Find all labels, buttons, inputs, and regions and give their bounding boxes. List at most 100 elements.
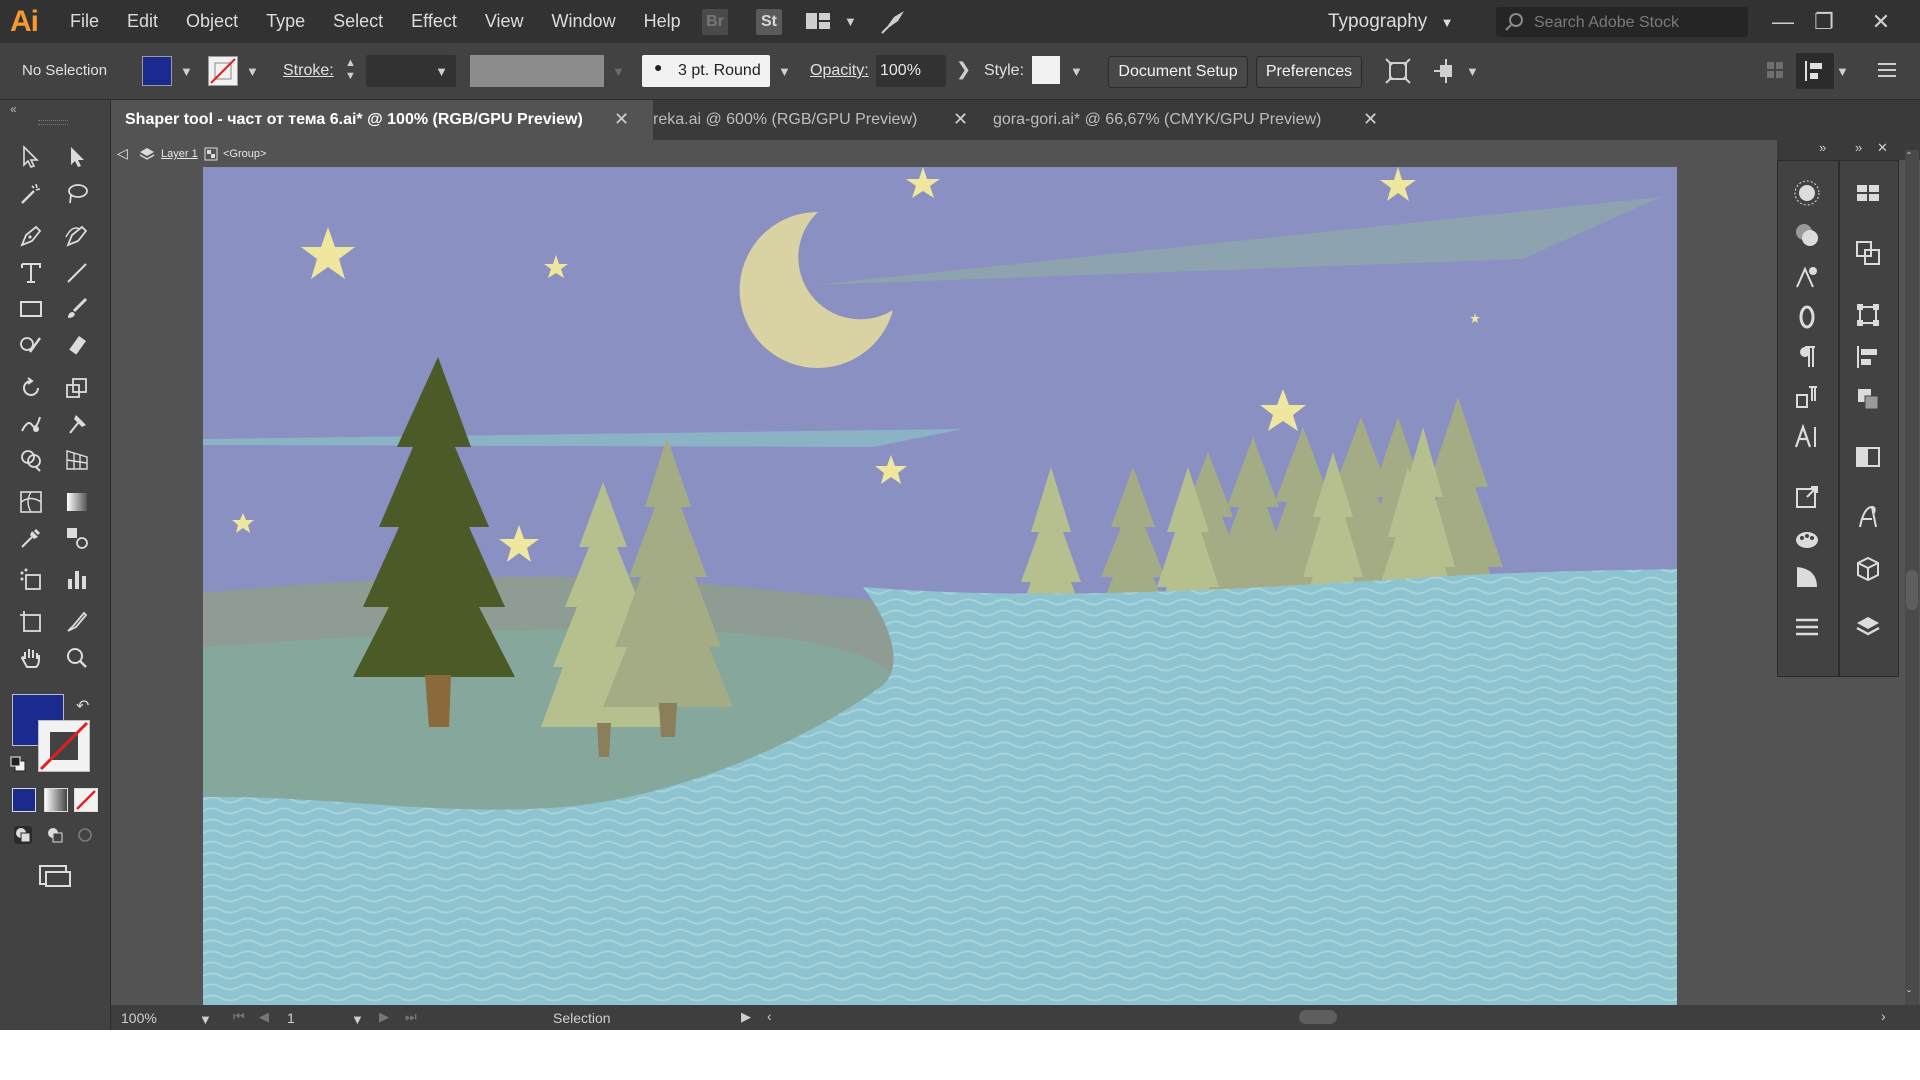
opacity-label[interactable]: Opacity: xyxy=(810,43,869,99)
variable-width-profile[interactable] xyxy=(470,55,604,87)
menu-window[interactable]: Window xyxy=(538,0,630,43)
preferences-button[interactable]: Preferences xyxy=(1256,56,1362,88)
tab-gora-gori-doc[interactable]: gora-gori.ai* @ 66,67% (CMYK/GPU Preview… xyxy=(979,100,1513,140)
menu-edit[interactable]: Edit xyxy=(113,0,172,43)
scale-tool-icon[interactable] xyxy=(60,372,94,404)
hand-tool-icon[interactable] xyxy=(14,642,48,674)
tab-close-icon[interactable]: ✕ xyxy=(953,100,968,138)
menu-select[interactable]: Select xyxy=(319,0,397,43)
blend-tool-icon[interactable] xyxy=(60,522,94,554)
draw-behind-icon[interactable] xyxy=(44,824,66,846)
artboard[interactable] xyxy=(203,167,1677,1005)
workspace-switcher[interactable]: Typography ▼ xyxy=(1328,0,1453,43)
tab-shaper-tool-doc[interactable]: Shaper tool - част от тема 6.ai* @ 100% … xyxy=(111,100,653,140)
character-panel-icon[interactable] xyxy=(1790,420,1824,454)
libraries-panel-icon[interactable] xyxy=(1851,552,1885,586)
scrollbar-thumb[interactable] xyxy=(1906,570,1918,610)
opentype-panel-icon[interactable] xyxy=(1790,300,1824,334)
zoom-tool-icon[interactable] xyxy=(60,642,94,674)
selection-tool-icon[interactable] xyxy=(14,141,48,173)
tab-reka-doc[interactable]: reka.ai @ 600% (RGB/GPU Preview) xyxy=(639,100,983,140)
scroll-down-icon[interactable]: ˇ xyxy=(1907,988,1911,1002)
transparency-panel-icon[interactable] xyxy=(1851,440,1885,474)
transform-panel-icon[interactable] xyxy=(1851,298,1885,332)
eraser-tool-icon[interactable] xyxy=(60,329,94,361)
menu-object[interactable]: Object xyxy=(172,0,252,43)
next-artboard-icon[interactable]: ▶ xyxy=(379,1009,389,1025)
stroke-color-swatch[interactable] xyxy=(38,720,90,772)
panel-menu-icon[interactable] xyxy=(1790,610,1824,644)
graphic-style-swatch[interactable] xyxy=(1032,56,1060,84)
pen-tool-icon[interactable] xyxy=(14,220,48,252)
align-chevron-icon[interactable]: ▼ xyxy=(1836,64,1849,79)
rectangle-tool-icon[interactable] xyxy=(14,293,48,325)
shaper-tool-icon[interactable] xyxy=(14,329,48,361)
previous-artboard-icon[interactable]: ◀ xyxy=(259,1009,269,1025)
stroke-swatch[interactable] xyxy=(208,56,238,86)
fill-swatch[interactable] xyxy=(142,56,172,86)
gradient-tool-icon[interactable] xyxy=(60,486,94,518)
line-segment-tool-icon[interactable] xyxy=(60,257,94,289)
pathfinder-panel-icon[interactable] xyxy=(1851,236,1885,270)
menu-effect[interactable]: Effect xyxy=(397,0,471,43)
default-fill-stroke-icon[interactable] xyxy=(10,756,26,772)
arrange-panel-icon[interactable] xyxy=(1766,61,1784,79)
column-graph-tool-icon[interactable] xyxy=(60,564,94,596)
magic-wand-tool-icon[interactable] xyxy=(14,178,48,210)
brush-chevron-icon[interactable]: ▼ xyxy=(778,64,791,79)
puppet-warp-tool-icon[interactable] xyxy=(60,408,94,440)
stroke-weight-stepper[interactable]: ▲ ▼ xyxy=(345,57,359,85)
paragraph-panel-icon[interactable] xyxy=(1790,340,1824,374)
expand-panels-icon[interactable]: » xyxy=(1855,140,1862,155)
arrange-documents-icon[interactable] xyxy=(806,12,836,32)
mesh-tool-icon[interactable] xyxy=(14,486,48,518)
stroke-chevron-icon[interactable]: ▼ xyxy=(246,64,259,79)
appearance-panel-icon[interactable] xyxy=(1790,176,1824,210)
zoom-level[interactable]: 100% xyxy=(121,1010,157,1026)
rotate-tool-icon[interactable] xyxy=(14,372,48,404)
swap-fill-stroke-icon[interactable]: ↶ xyxy=(76,696,89,716)
menu-type[interactable]: Type xyxy=(252,0,319,43)
profile-chevron-icon[interactable]: ▼ xyxy=(612,64,625,79)
warp-tool-icon[interactable] xyxy=(14,408,48,440)
breadcrumb-layer[interactable]: Layer 1 xyxy=(161,148,198,160)
paintbrush-tool-icon[interactable] xyxy=(60,293,94,325)
menu-help[interactable]: Help xyxy=(630,0,695,43)
opacity-field[interactable]: 100% xyxy=(876,55,946,87)
glyphs-panel-icon[interactable] xyxy=(1790,260,1824,294)
document-setup-button[interactable]: Document Setup xyxy=(1108,56,1248,88)
none-mode-icon[interactable] xyxy=(74,788,98,812)
panel-menu-icon[interactable] xyxy=(1876,59,1898,81)
stroke-label[interactable]: Stroke: xyxy=(283,43,334,99)
layers-panel-icon[interactable] xyxy=(1851,610,1885,644)
collapse-panel-icon[interactable]: « xyxy=(10,102,17,116)
color-guide-icon[interactable] xyxy=(1790,218,1824,252)
tab-close-icon[interactable]: ✕ xyxy=(1363,100,1378,138)
horizontal-scrollbar-thumb[interactable] xyxy=(1299,1010,1337,1024)
back-arrow-icon[interactable]: ◁ xyxy=(117,145,128,162)
first-artboard-icon[interactable]: ⏮ xyxy=(233,1009,245,1025)
align-panel-icon[interactable] xyxy=(1851,340,1885,374)
swatches-panel-icon[interactable] xyxy=(1851,176,1885,210)
minimize-icon[interactable]: — xyxy=(1766,0,1800,43)
gradient-mode-icon[interactable] xyxy=(44,788,68,812)
stock-button[interactable]: St xyxy=(756,9,782,35)
bridge-button[interactable]: Br xyxy=(702,9,728,35)
lasso-tool-icon[interactable] xyxy=(60,178,94,210)
arrange-panel-icon[interactable] xyxy=(1851,382,1885,416)
scroll-right-icon[interactable]: › xyxy=(1881,1008,1886,1024)
scroll-up-icon[interactable]: ˆ xyxy=(1907,150,1911,164)
draw-inside-icon[interactable] xyxy=(74,824,96,846)
style-chevron-icon[interactable]: ▼ xyxy=(1070,64,1083,79)
paragraph-styles-icon[interactable] xyxy=(1790,380,1824,414)
artboard-chevron-icon[interactable]: ▼ xyxy=(351,1012,364,1027)
zoom-chevron-icon[interactable]: ▼ xyxy=(199,1012,212,1027)
align-to-icon[interactable] xyxy=(1796,53,1834,89)
menu-view[interactable]: View xyxy=(471,0,538,43)
character-styles-icon[interactable] xyxy=(1851,500,1885,534)
draw-normal-icon[interactable] xyxy=(12,824,34,846)
color-themes-icon[interactable] xyxy=(1790,522,1824,556)
isolate-selected-icon[interactable] xyxy=(1384,57,1412,85)
expand-panels-icon[interactable]: » xyxy=(1819,140,1826,155)
last-artboard-icon[interactable]: ⏭ xyxy=(405,1009,417,1025)
